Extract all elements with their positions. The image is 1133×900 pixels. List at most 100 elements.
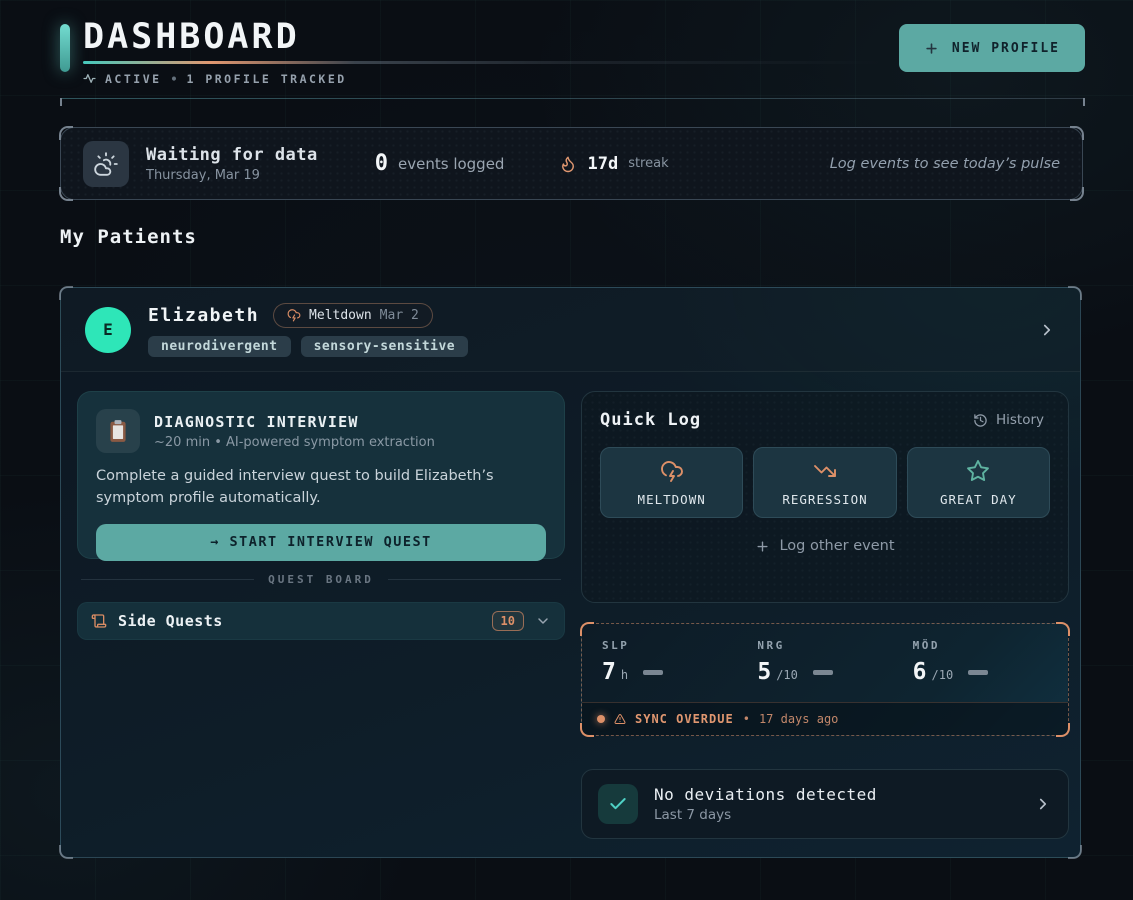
check-icon-box <box>598 784 638 824</box>
last-event-badge[interactable]: Meltdown Mar 2 <box>273 303 433 328</box>
interview-description: Complete a guided interview quest to bui… <box>96 466 546 510</box>
log-other-event-label: Log other event <box>779 538 894 554</box>
title-underline <box>83 61 883 64</box>
left-column: DIAGNOSTIC INTERVIEW ~20 min • AI-powere… <box>77 391 565 839</box>
interview-subtitle: ~20 min • AI-powered symptom extraction <box>154 435 435 450</box>
side-quests-toggle[interactable]: Side Quests 10 <box>77 602 565 640</box>
log-meltdown-button[interactable]: MELTDOWN <box>600 447 743 518</box>
diagnostic-interview-card: DIAGNOSTIC INTERVIEW ~20 min • AI-powere… <box>77 391 565 559</box>
flame-icon <box>559 155 577 173</box>
regression-label: REGRESSION <box>782 492 867 507</box>
star-icon <box>966 459 990 483</box>
sync-time: 17 days ago <box>759 712 838 726</box>
stat-value: 6 <box>913 661 927 684</box>
dot-separator: • <box>171 72 178 86</box>
trending-down-icon <box>813 459 837 483</box>
corner-bracket <box>59 126 73 140</box>
events-label: events logged <box>398 155 504 173</box>
stat-label: NRG <box>757 639 912 652</box>
new-profile-label: NEW PROFILE <box>952 41 1060 56</box>
patient-name-row: Elizabeth Meltdown Mar 2 <box>148 303 468 328</box>
corner-bracket <box>1068 845 1082 859</box>
streak-value: 17d <box>587 154 618 174</box>
cloud-sun-icon <box>93 151 119 177</box>
sync-dot <box>597 715 605 723</box>
plus-icon <box>755 539 770 554</box>
patient-body: DIAGNOSTIC INTERVIEW ~20 min • AI-powere… <box>61 372 1080 839</box>
patient-card: E Elizabeth Meltdown Mar 2 neurodivergen… <box>60 287 1081 858</box>
my-patients-heading: My Patients <box>60 226 197 248</box>
tag-sensory-sensitive: sensory-sensitive <box>301 336 469 357</box>
patient-tags: neurodivergent sensory-sensitive <box>148 336 468 357</box>
stat-value-row: 5 /10 <box>757 661 912 684</box>
header: DASHBOARD ACTIVE • 1 PROFILE TRACKED NEW… <box>60 18 1085 86</box>
quick-log-title: Quick Log <box>600 410 701 430</box>
dot-separator: • <box>743 712 750 726</box>
meltdown-label: MELTDOWN <box>638 492 706 507</box>
cloud-lightning-icon <box>287 308 301 322</box>
corner-bracket <box>1070 187 1084 201</box>
divider-line <box>388 579 561 580</box>
chevron-right-icon <box>1034 795 1052 813</box>
stat-trend-bar <box>643 670 663 675</box>
quick-log-header: Quick Log History <box>600 410 1050 430</box>
avatar: E <box>85 307 131 353</box>
tag-neurodivergent: neurodivergent <box>148 336 291 357</box>
sync-status-row: SYNC OVERDUE • 17 days ago <box>582 702 1068 735</box>
stat-value-row: 7 h <box>602 661 757 684</box>
interview-head: DIAGNOSTIC INTERVIEW ~20 min • AI-powere… <box>96 409 546 453</box>
corner-bracket <box>1070 126 1084 140</box>
profiles-tracked-label: 1 PROFILE TRACKED <box>186 72 346 86</box>
stat-sleep: SLP 7 h <box>602 639 757 684</box>
status-text: Waiting for data Thursday, Mar 19 <box>146 145 318 183</box>
patient-name: Elizabeth <box>148 305 259 326</box>
stat-energy: NRG 5 /10 <box>757 639 912 684</box>
events-count: 0 <box>375 151 388 176</box>
stat-unit: h <box>621 668 628 684</box>
history-button[interactable]: History <box>967 411 1050 429</box>
divider-line <box>81 579 254 580</box>
great-day-label: GREAT DAY <box>940 492 1017 507</box>
warning-icon <box>614 713 626 725</box>
stat-label: MÖD <box>913 639 1068 652</box>
activity-icon <box>83 72 96 85</box>
scroll-icon <box>91 613 107 629</box>
quest-board-label: QUEST BOARD <box>268 573 374 586</box>
streak-metric: 17d streak <box>559 154 668 174</box>
interview-title-block: DIAGNOSTIC INTERVIEW ~20 min • AI-powere… <box>154 413 435 450</box>
events-metric: 0 events logged <box>375 151 505 176</box>
stat-label: SLP <box>602 639 757 652</box>
log-regression-button[interactable]: REGRESSION <box>753 447 896 518</box>
vitals-grid: SLP 7 h NRG 5 /10 <box>582 624 1068 684</box>
status-date: Thursday, Mar 19 <box>146 168 318 183</box>
stat-unit: /10 <box>776 668 798 684</box>
quick-log-buttons: MELTDOWN REGRESSION GREAT <box>600 447 1050 518</box>
corner-bracket <box>59 845 73 859</box>
clipboard-icon-box <box>96 409 140 453</box>
deviations-card[interactable]: No deviations detected Last 7 days <box>581 769 1069 839</box>
patient-header[interactable]: E Elizabeth Meltdown Mar 2 neurodivergen… <box>61 288 1080 372</box>
deviations-title: No deviations detected <box>654 785 877 804</box>
deviations-text: No deviations detected Last 7 days <box>654 785 877 823</box>
plus-icon <box>924 41 939 56</box>
stat-value: 5 <box>757 661 771 684</box>
title-column: DASHBOARD ACTIVE • 1 PROFILE TRACKED <box>83 18 883 86</box>
quick-log-panel: Quick Log History <box>581 391 1069 603</box>
interview-title: DIAGNOSTIC INTERVIEW <box>154 413 435 431</box>
check-icon <box>608 794 628 814</box>
start-interview-quest-button[interactable]: → START INTERVIEW QUEST <box>96 524 546 561</box>
status-hint: Log events to see today’s pulse <box>830 156 1060 172</box>
patient-info: Elizabeth Meltdown Mar 2 neurodivergent … <box>148 303 468 357</box>
title-block: DASHBOARD ACTIVE • 1 PROFILE TRACKED <box>60 18 883 86</box>
side-quests-count-badge: 10 <box>492 611 524 631</box>
log-other-event-button[interactable]: Log other event <box>749 537 900 555</box>
stat-mood: MÖD 6 /10 <box>913 639 1068 684</box>
log-great-day-button[interactable]: GREAT DAY <box>907 447 1050 518</box>
stat-trend-bar <box>813 670 833 675</box>
avatar-initial: E <box>103 320 113 339</box>
stat-value: 7 <box>602 661 616 684</box>
new-profile-button[interactable]: NEW PROFILE <box>899 24 1085 72</box>
title-accent-bar <box>60 24 70 72</box>
status-row: ACTIVE • 1 PROFILE TRACKED <box>83 72 883 86</box>
page-title: DASHBOARD <box>83 18 883 57</box>
